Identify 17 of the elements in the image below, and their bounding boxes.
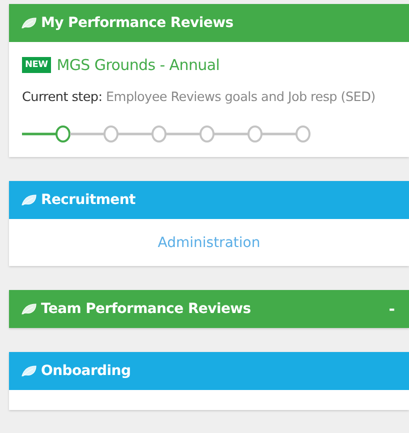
leaf-icon: [21, 194, 37, 206]
panel-title: Onboarding: [41, 363, 132, 379]
leaf-icon: [21, 17, 37, 29]
panel-header[interactable]: My Performance Reviews: [9, 4, 409, 42]
panel-title: Recruitment: [41, 192, 136, 208]
collapse-toggle[interactable]: -: [388, 300, 395, 318]
current-step-text: Current step: Employee Reviews goals and Job resp (SED): [22, 89, 376, 107]
panel-title: My Performance Reviews: [41, 15, 234, 31]
administration-link[interactable]: Administration: [158, 234, 260, 250]
leaf-icon: [21, 365, 37, 377]
leaf-icon: [21, 303, 37, 315]
new-badge: NEW: [22, 57, 51, 73]
panel-header[interactable]: Recruitment: [9, 181, 409, 219]
panel-header[interactable]: Team Performance Reviews -: [9, 290, 409, 328]
panel-title: Team Performance Reviews: [41, 301, 252, 317]
panel-header[interactable]: Onboarding: [9, 352, 409, 390]
review-link[interactable]: MGS Grounds - Annual: [56, 56, 220, 74]
